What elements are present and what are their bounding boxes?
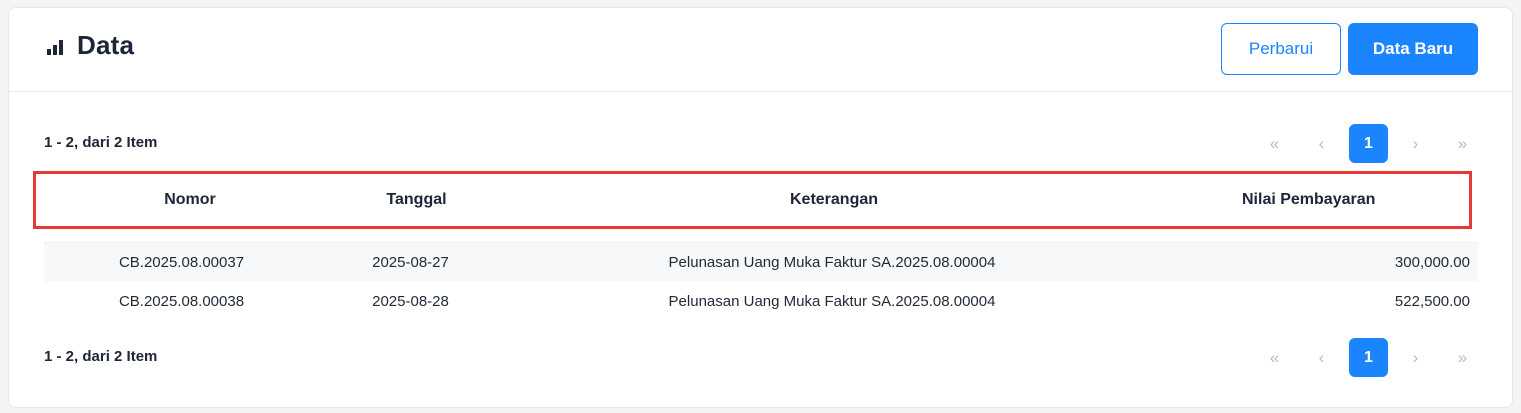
bar-chart-icon xyxy=(45,35,67,57)
column-header-nomor[interactable]: Nomor xyxy=(36,174,344,226)
page-button-1[interactable]: 1 xyxy=(1349,124,1388,163)
cell-nilai-pembayaran: 300,000.00 xyxy=(1394,254,1470,271)
last-page-icon[interactable]: » xyxy=(1443,124,1482,163)
pagination-summary-bottom: 1 - 2, dari 2 Item xyxy=(44,348,158,365)
next-page-icon[interactable]: › xyxy=(1396,338,1435,377)
column-header-keterangan[interactable]: Keterangan xyxy=(489,174,1179,226)
column-header-tanggal[interactable]: Tanggal xyxy=(344,174,489,226)
next-page-icon[interactable]: › xyxy=(1396,124,1435,163)
prev-page-icon[interactable]: ‹ xyxy=(1302,338,1341,377)
pagination-top: « ‹ 1 › » xyxy=(1255,124,1490,163)
data-card: Data Perbarui Data Baru 1 - 2, dari 2 It… xyxy=(8,7,1513,408)
card-header: Data Perbarui Data Baru xyxy=(9,8,1512,92)
table-row[interactable]: CB.2025.08.00038 2025-08-28 Pelunasan Ua… xyxy=(44,282,1478,321)
table-body: CB.2025.08.00037 2025-08-27 Pelunasan Ua… xyxy=(44,242,1478,321)
cell-nomor: CB.2025.08.00037 xyxy=(118,254,245,271)
pagination-bottom: « ‹ 1 › » xyxy=(1255,338,1490,377)
prev-page-icon[interactable]: ‹ xyxy=(1302,124,1341,163)
cell-keterangan: Pelunasan Uang Muka Faktur SA.2025.08.00… xyxy=(668,293,996,310)
page-title: Data xyxy=(77,30,135,60)
new-data-button[interactable]: Data Baru xyxy=(1348,23,1478,75)
page-button-1[interactable]: 1 xyxy=(1349,338,1388,377)
cell-nilai-pembayaran: 522,500.00 xyxy=(1394,293,1470,310)
cell-tanggal: 2025-08-27 xyxy=(372,254,449,271)
pagination-summary-top: 1 - 2, dari 2 Item xyxy=(44,134,158,151)
table-row[interactable]: CB.2025.08.00037 2025-08-27 Pelunasan Ua… xyxy=(44,243,1478,282)
first-page-icon[interactable]: « xyxy=(1255,338,1294,377)
table-header: Nomor Tanggal Keterangan Nilai Pembayara… xyxy=(33,171,1472,229)
first-page-icon[interactable]: « xyxy=(1255,124,1294,163)
title-group: Data xyxy=(45,30,134,61)
last-page-icon[interactable]: » xyxy=(1443,338,1482,377)
cell-tanggal: 2025-08-28 xyxy=(372,293,449,310)
cell-keterangan: Pelunasan Uang Muka Faktur SA.2025.08.00… xyxy=(668,254,996,271)
column-header-nilai-pembayaran[interactable]: Nilai Pembayaran xyxy=(1179,174,1521,226)
cell-nomor: CB.2025.08.00038 xyxy=(118,293,245,310)
refresh-button[interactable]: Perbarui xyxy=(1221,23,1341,75)
